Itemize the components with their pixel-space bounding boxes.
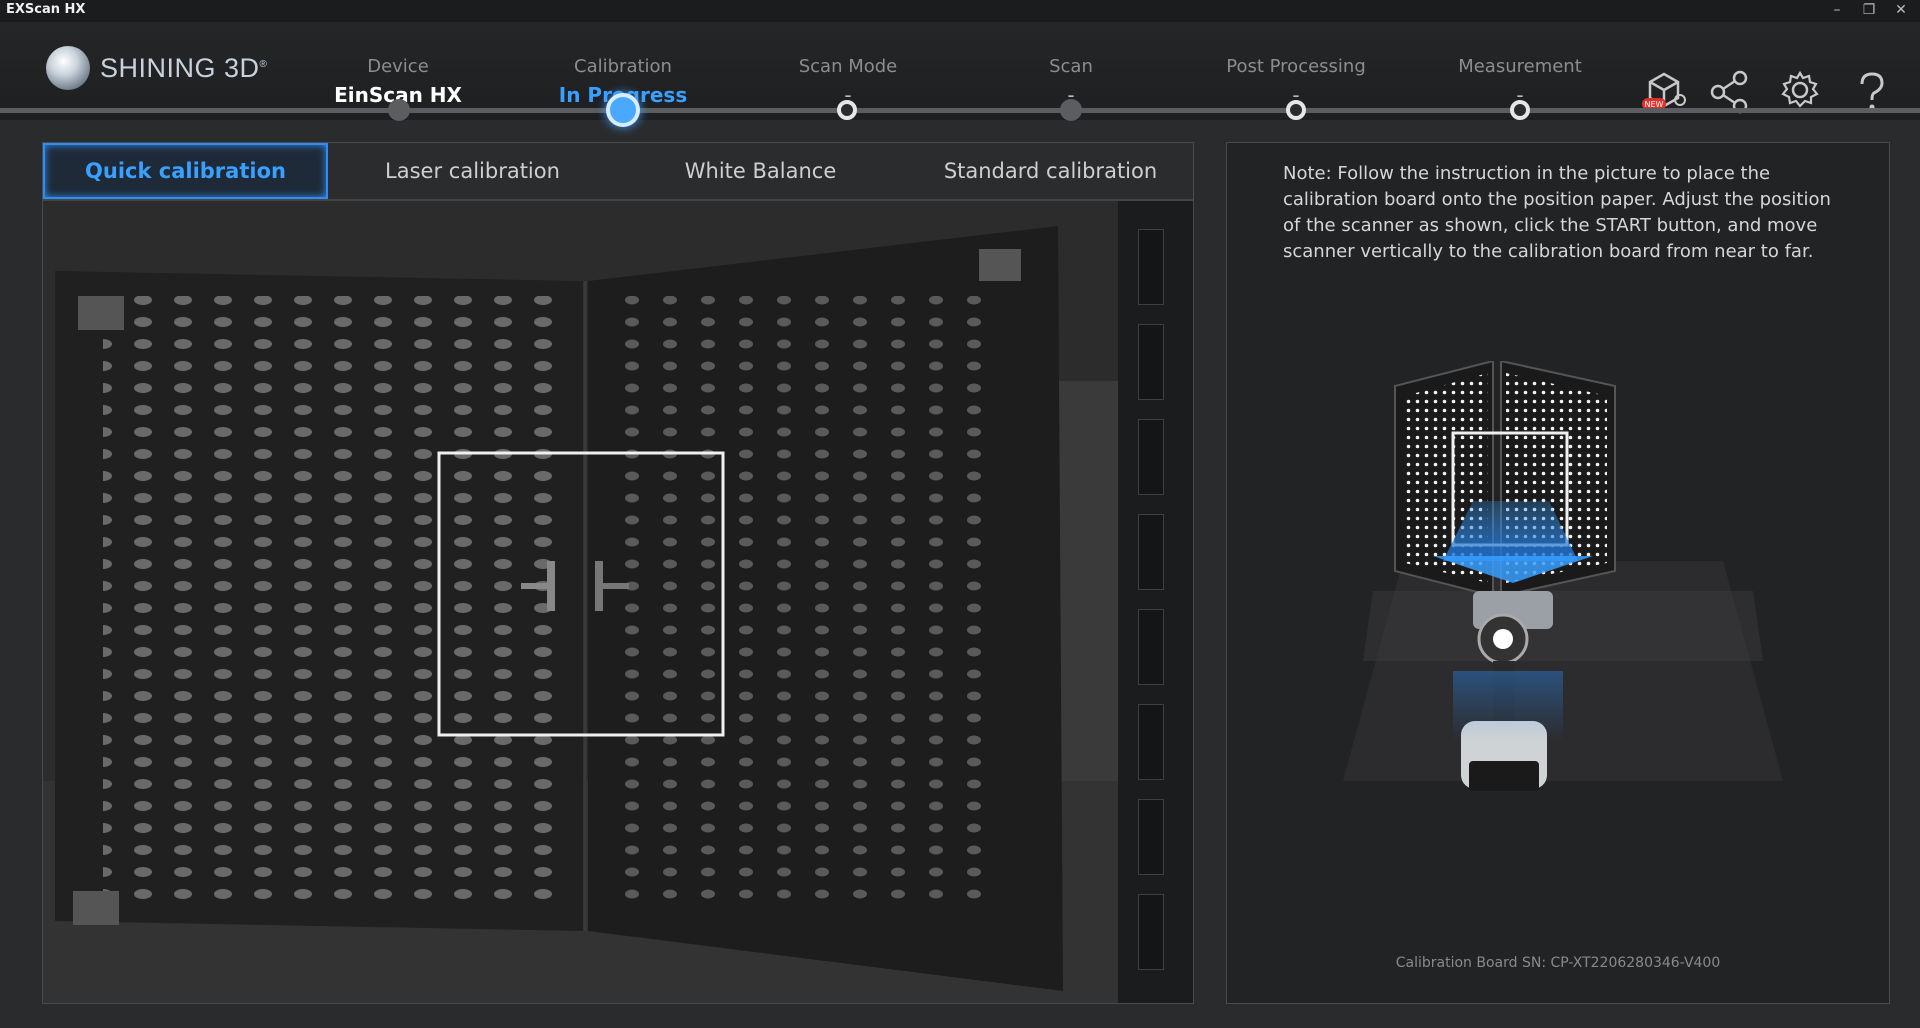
indicator-slot — [1138, 514, 1164, 590]
calibration-board-serial: Calibration Board SN: CP-XT2206280346-V4… — [1395, 955, 1721, 971]
indicator-slot — [1138, 324, 1164, 400]
tab-quick-calibration[interactable]: Quick calibration — [43, 143, 328, 199]
step-label: Calibration — [574, 56, 672, 77]
step-label: Measurement — [1458, 56, 1582, 77]
brand-logo: SHINING 3D® — [46, 46, 267, 90]
brand-name: SHINING 3D® — [100, 52, 268, 83]
step-node-scan-mode — [837, 100, 857, 120]
store-new-icon[interactable]: NEW — [1640, 70, 1688, 110]
step-node-scan — [1060, 99, 1082, 121]
title-bar: EXScan HX – ❐ ✕ — [0, 0, 1920, 22]
help-icon[interactable] — [1852, 70, 1896, 112]
tab-standard-calibration[interactable]: Standard calibration — [908, 143, 1193, 199]
step-node-calibration — [606, 93, 640, 127]
workflow-header: SHINING 3D® Device EinScan HX Calibratio… — [0, 22, 1920, 120]
progress-track — [0, 108, 1920, 113]
share-icon[interactable] — [1708, 70, 1758, 114]
minimize-button[interactable]: – — [1822, 0, 1852, 22]
calibration-guide-illustration — [1343, 361, 1783, 791]
step-label: Scan — [1049, 56, 1093, 77]
indicator-slot — [1138, 419, 1164, 495]
exposure-indicator-bar — [1118, 201, 1193, 1003]
calibration-tabs: Quick calibration Laser calibration Whit… — [43, 143, 1193, 201]
tab-laser-calibration[interactable]: Laser calibration — [330, 143, 615, 199]
step-node-device — [388, 99, 410, 121]
camera-preview — [43, 201, 1118, 1003]
instruction-note: Note: Follow the instruction in the pict… — [1283, 163, 1831, 262]
indicator-slot — [1138, 704, 1164, 780]
close-button[interactable]: ✕ — [1886, 0, 1916, 22]
logo-ball-icon — [46, 46, 90, 90]
settings-gear-icon[interactable] — [1780, 70, 1830, 112]
restore-button[interactable]: ❐ — [1854, 0, 1884, 22]
indicator-slot — [1138, 799, 1164, 875]
step-label: Device — [367, 56, 429, 77]
step-node-measurement — [1510, 100, 1530, 120]
tab-white-balance[interactable]: White Balance — [618, 143, 903, 199]
instruction-panel: Note: Follow the instruction in the pict… — [1226, 142, 1890, 1004]
indicator-slot — [1138, 229, 1164, 305]
step-label: Scan Mode — [798, 56, 898, 77]
calibration-board-image — [43, 201, 1118, 1003]
window-title: EXScan HX — [6, 2, 86, 17]
indicator-slot — [1138, 609, 1164, 685]
step-node-post-processing — [1286, 100, 1306, 120]
step-label: Post Processing — [1226, 56, 1366, 77]
indicator-slot — [1138, 894, 1164, 970]
calibration-panel: Quick calibration Laser calibration Whit… — [42, 142, 1194, 1004]
